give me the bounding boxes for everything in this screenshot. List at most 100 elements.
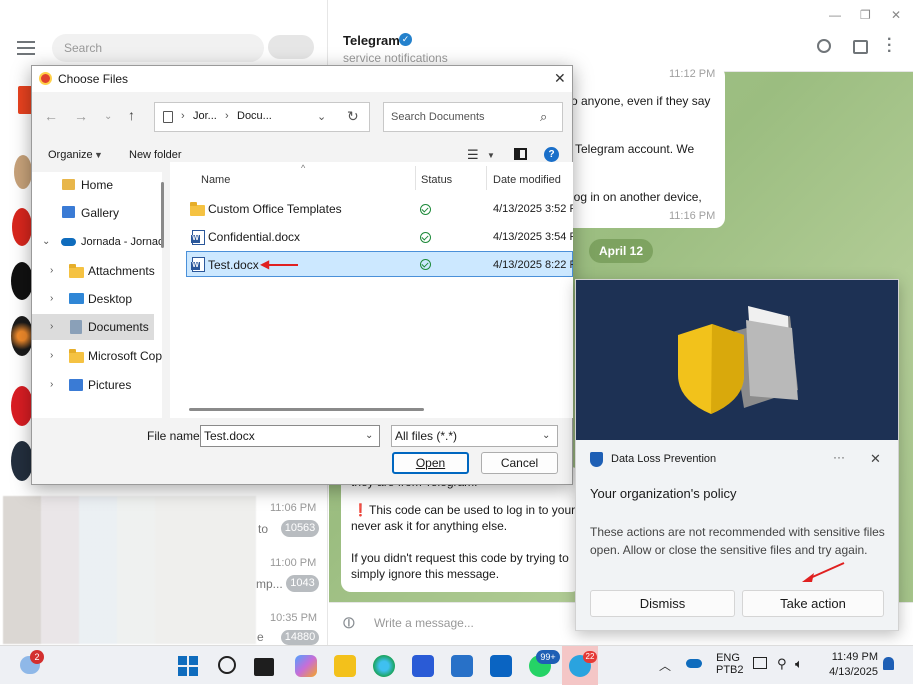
contact-avatar[interactable] [14, 155, 32, 189]
more-options-icon[interactable]: ··· [833, 450, 845, 464]
organize-menu[interactable]: Organize [48, 149, 93, 161]
onedrive-icon [61, 238, 76, 246]
more-vertical-icon[interactable]: · · · [887, 32, 892, 60]
chat-title[interactable]: Telegram [343, 33, 400, 48]
breadcrumb-item[interactable]: Jor... [193, 110, 217, 122]
outlook-icon[interactable] [490, 655, 512, 677]
sidebar-toggle-icon[interactable] [853, 40, 868, 54]
file-row-custom-office-templates[interactable]: Custom Office Templates 4/13/2025 3:52 P… [170, 196, 573, 222]
folder-icon [69, 264, 84, 278]
nav-item-pictures[interactable]: › Pictures [32, 372, 162, 398]
notification-bell-icon[interactable] [883, 657, 894, 670]
chevron-down-icon[interactable]: ⌄ [317, 110, 326, 123]
back-arrow-icon[interactable]: ← [44, 108, 58, 124]
nav-item-microsoft-copilot[interactable]: › Microsoft Cop [32, 343, 162, 369]
dlp-heading: Your organization's policy [590, 486, 737, 501]
network-icon[interactable]: ⚲ [777, 656, 787, 672]
search-icon: ⌕ [540, 109, 548, 124]
file-date: 4/13/2025 3:54 PM [493, 231, 573, 243]
file-name-input[interactable]: Test.docx ⌄ [200, 425, 380, 447]
teams-icon[interactable] [451, 655, 473, 677]
onedrive-tray-icon[interactable] [686, 659, 702, 668]
clock[interactable]: 11:49 PM 4/13/2025 [822, 650, 878, 680]
sync-ok-icon [420, 204, 431, 215]
chevron-right-icon[interactable]: › [50, 258, 53, 284]
weather-badge: 2 [30, 650, 44, 664]
nav-label: Jornada - Jornad [81, 236, 162, 248]
nav-item-home[interactable]: Home [32, 172, 162, 198]
search-icon[interactable] [218, 656, 236, 674]
menu-icon[interactable] [17, 41, 35, 55]
search-documents-input[interactable]: Search Documents ⌕ [383, 102, 563, 132]
chevron-down-icon[interactable]: ⌄ [365, 426, 373, 446]
nav-item-onedrive[interactable]: ⌄ Jornada - Jornad [32, 229, 162, 255]
column-name[interactable]: Name [201, 174, 230, 186]
forward-arrow-icon[interactable]: → [74, 108, 88, 124]
dismiss-button[interactable]: Dismiss [590, 590, 735, 617]
volume-icon[interactable]: 🔈︎ [795, 656, 803, 672]
chevron-down-icon[interactable]: ⌄ [542, 426, 550, 446]
attach-icon[interactable]: ⊘ [337, 611, 361, 635]
close-icon[interactable]: ✕ [554, 70, 566, 87]
language-indicator[interactable]: ENG PTB2 [716, 652, 744, 676]
whatsapp-badge: 99+ [536, 650, 560, 664]
edge-icon[interactable] [373, 655, 395, 677]
column-status[interactable]: Status [421, 174, 452, 186]
new-folder-button[interactable]: New folder [129, 149, 182, 161]
chevron-down-icon[interactable]: ▼ [487, 151, 495, 160]
copilot-icon[interactable] [295, 655, 317, 677]
cancel-button[interactable]: Cancel [481, 452, 558, 474]
help-icon[interactable]: ? [544, 147, 559, 162]
close-window-icon[interactable]: ✕ [891, 8, 901, 22]
store-icon[interactable] [412, 655, 434, 677]
dialog-title: Choose Files [58, 72, 129, 86]
nav-scrollbar[interactable] [161, 182, 164, 248]
message-input[interactable]: Write a message... [374, 616, 474, 630]
search-icon[interactable] [817, 39, 831, 53]
file-row-confidential[interactable]: W Confidential.docx 4/13/2025 3:54 PM [170, 224, 573, 250]
nav-item-gallery[interactable]: Gallery [32, 200, 162, 226]
take-action-button[interactable]: Take action [742, 590, 884, 617]
open-button[interactable]: Open [392, 452, 469, 474]
nav-item-documents[interactable]: › Documents [32, 314, 154, 340]
address-bar[interactable]: › Jor... › Docu... ⌄ ↻ [154, 102, 370, 132]
close-icon[interactable]: ✕ [870, 451, 881, 467]
nav-item-desktop[interactable]: › Desktop [32, 286, 162, 312]
chat-snippet: e [257, 630, 264, 644]
vpn-icon[interactable] [753, 657, 767, 669]
stories-avatars[interactable] [268, 35, 314, 59]
refresh-icon[interactable]: ↻ [347, 108, 359, 125]
file-explorer-icon[interactable] [334, 655, 356, 677]
up-arrow-icon[interactable]: ↑ [128, 107, 135, 123]
file-name: Test.docx [208, 258, 259, 272]
word-document-icon: W [191, 257, 205, 272]
chevron-right-icon[interactable]: › [50, 314, 53, 340]
view-options-icon[interactable]: ☰ [467, 147, 479, 163]
z-avatar[interactable] [11, 386, 33, 426]
chevron-up-icon[interactable]: ︿ [659, 657, 671, 674]
chevron-right-icon[interactable]: › [50, 343, 53, 369]
chevron-down-icon[interactable]: ⌄ [42, 229, 50, 255]
annotation-arrow [802, 562, 845, 582]
minimize-icon[interactable]: — [829, 8, 841, 22]
maximize-icon[interactable]: ❐ [860, 8, 871, 22]
horizontal-scrollbar[interactable] [189, 408, 424, 411]
preview-pane-icon[interactable] [514, 148, 527, 160]
message-bubble: 11:12 PM o anyone, even if they say Tele… [559, 66, 725, 228]
navigation-pane: Home Gallery ⌄ Jornada - Jornad › Attach… [32, 172, 162, 418]
amazon-avatar[interactable] [11, 441, 33, 481]
file-type-select[interactable]: All files (*.*) ⌄ [391, 425, 558, 447]
file-row-test-selected[interactable]: W Test.docx 4/13/2025 8:22 PM [186, 251, 573, 277]
offers-avatar[interactable] [12, 208, 32, 246]
chevron-right-icon[interactable]: › [50, 286, 53, 312]
task-view-icon[interactable] [254, 658, 274, 676]
start-icon[interactable] [177, 655, 199, 677]
search-input[interactable]: Search [52, 34, 264, 62]
breadcrumb-item[interactable]: Docu... [237, 110, 272, 122]
fireworks-avatar[interactable] [11, 316, 33, 356]
recent-dropdown-icon[interactable]: ⌄ [104, 111, 112, 122]
chevron-right-icon[interactable]: › [50, 372, 53, 398]
nav-item-attachments[interactable]: › Attachments [32, 258, 162, 284]
apple-avatar[interactable] [11, 262, 33, 300]
column-date-modified[interactable]: Date modified [493, 174, 561, 186]
